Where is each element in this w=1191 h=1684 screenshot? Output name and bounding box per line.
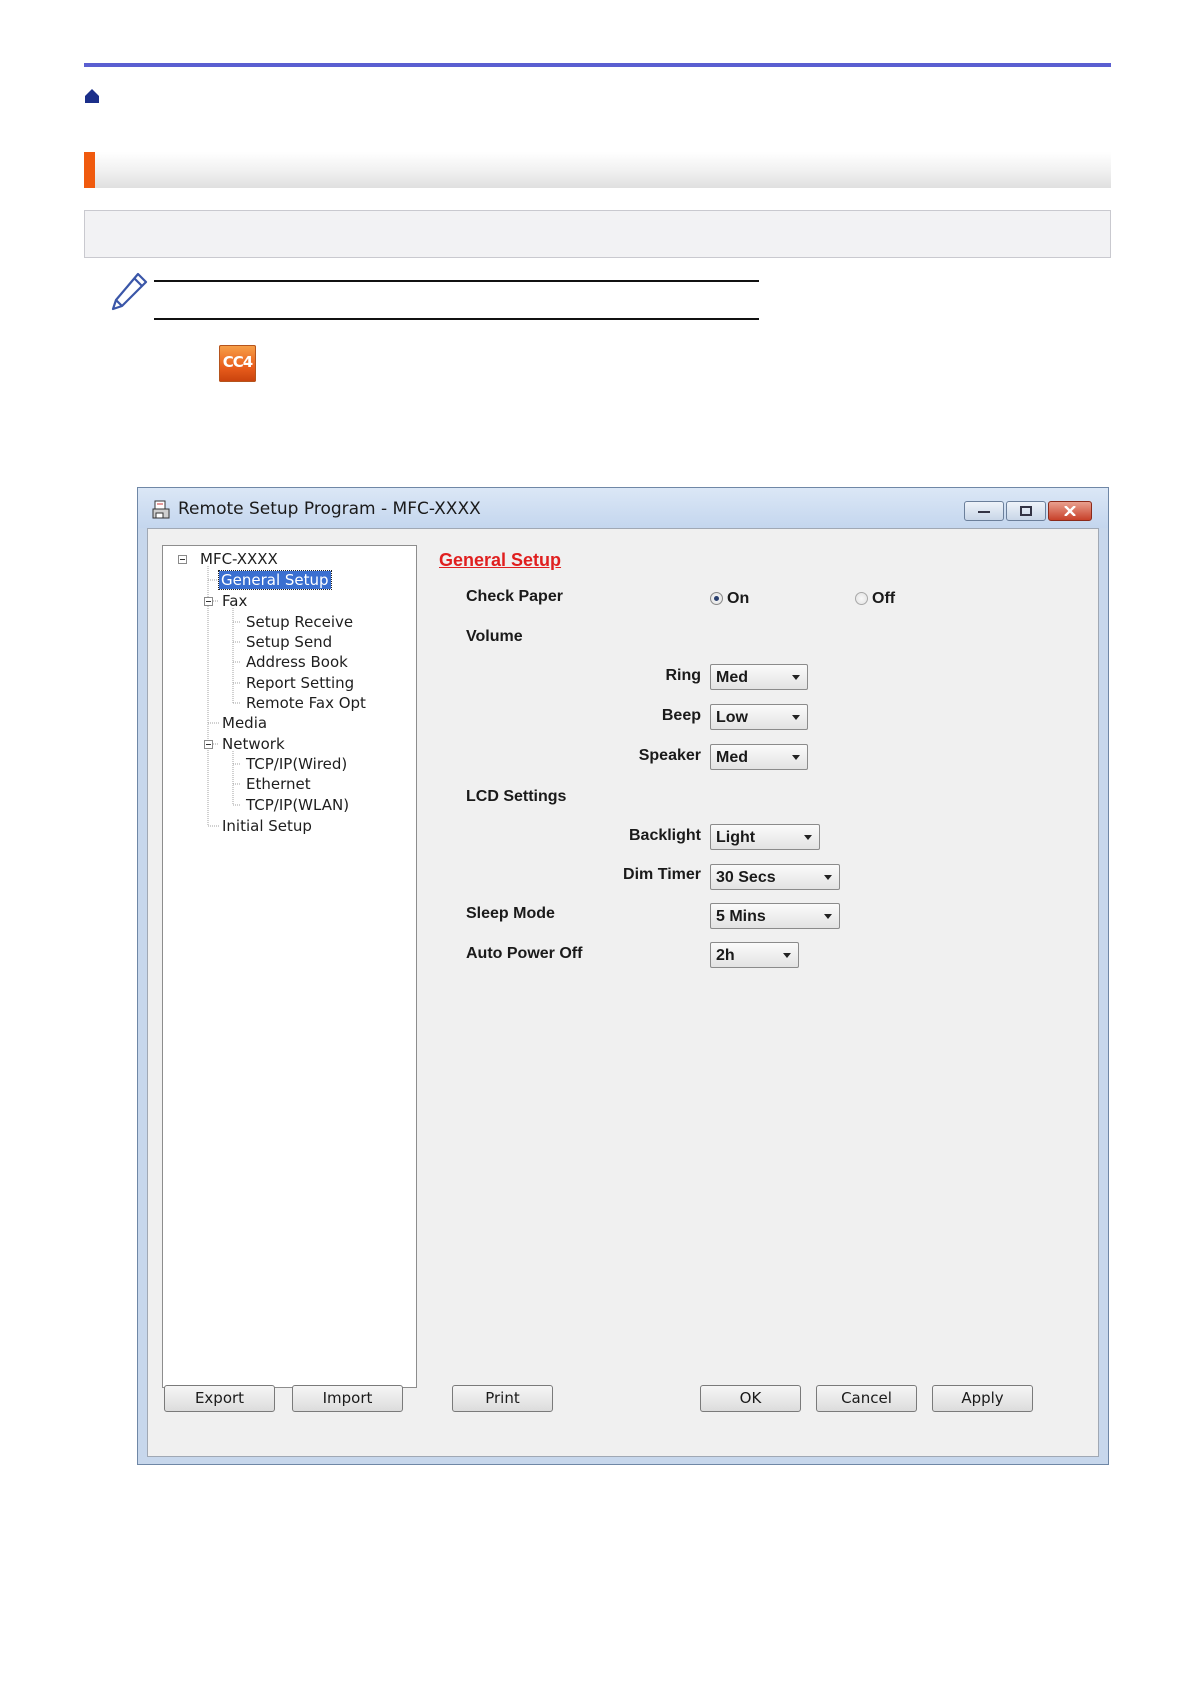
- check-paper-off-radio[interactable]: Off: [855, 590, 895, 608]
- check-paper-on-radio[interactable]: On: [710, 590, 749, 608]
- window-client-area: MFC-XXXX General Setup Fax Setup Receive…: [147, 528, 1099, 1457]
- minimize-icon: [978, 511, 990, 513]
- backlight-select[interactable]: Light: [710, 824, 820, 850]
- remote-setup-window: Remote Setup Program - MFC-XXXX MFC-XXXX…: [137, 487, 1109, 1465]
- tree-node-media[interactable]: Media: [222, 714, 267, 732]
- minimize-button[interactable]: [964, 501, 1004, 521]
- tree-node-setup-receive[interactable]: Setup Receive: [246, 613, 353, 631]
- note-rule-bottom: [154, 318, 759, 320]
- tree-node-general-setup[interactable]: General Setup: [218, 570, 332, 590]
- chevron-down-icon: [783, 953, 791, 958]
- title-bar[interactable]: Remote Setup Program - MFC-XXXX: [138, 488, 1108, 528]
- chevron-down-icon: [792, 755, 800, 760]
- sleep-mode-select[interactable]: 5 Mins: [710, 903, 840, 929]
- tree-collapse-toggle-root[interactable]: [178, 555, 187, 564]
- cc4-icon[interactable]: CC4: [219, 345, 256, 382]
- chevron-down-icon: [792, 675, 800, 680]
- pencil-icon: [111, 272, 148, 311]
- chevron-down-icon: [824, 875, 832, 880]
- tree-node-initial-setup[interactable]: Initial Setup: [222, 817, 312, 835]
- auto-power-off-select[interactable]: 2h: [710, 942, 799, 968]
- speaker-select[interactable]: Med: [710, 744, 808, 770]
- close-button[interactable]: [1048, 501, 1092, 521]
- info-box: [84, 210, 1111, 258]
- cancel-button[interactable]: Cancel: [816, 1385, 917, 1412]
- dim-timer-label: Dim Timer: [623, 866, 701, 883]
- tree-node-tcpip-wired[interactable]: TCP/IP(Wired): [246, 755, 347, 773]
- sleep-mode-label: Sleep Mode: [466, 905, 555, 922]
- note-rule-top: [154, 280, 759, 282]
- tree-node-fax[interactable]: Fax: [222, 592, 247, 610]
- chevron-down-icon: [792, 715, 800, 720]
- import-button[interactable]: Import: [292, 1385, 403, 1412]
- auto-power-off-label: Auto Power Off: [466, 945, 583, 962]
- tree-node-network[interactable]: Network: [222, 735, 285, 753]
- close-icon: [1064, 506, 1076, 516]
- chevron-down-icon: [804, 835, 812, 840]
- ok-button[interactable]: OK: [700, 1385, 801, 1412]
- tree-node-remote-fax-opt[interactable]: Remote Fax Opt: [246, 694, 366, 712]
- lcd-settings-label: LCD Settings: [466, 788, 567, 805]
- tree-node-root[interactable]: MFC-XXXX: [200, 550, 278, 568]
- beep-select[interactable]: Low: [710, 704, 808, 730]
- settings-tree[interactable]: MFC-XXXX General Setup Fax Setup Receive…: [162, 545, 417, 1388]
- dim-timer-select[interactable]: 30 Secs: [710, 864, 840, 890]
- radio-selected-icon: [710, 592, 723, 605]
- tree-node-ethernet[interactable]: Ethernet: [246, 775, 311, 793]
- speaker-label: Speaker: [638, 747, 701, 764]
- ring-label: Ring: [665, 667, 701, 684]
- backlight-label: Backlight: [628, 827, 701, 844]
- tree-node-report-setting[interactable]: Report Setting: [246, 674, 354, 692]
- window-title: Remote Setup Program - MFC-XXXX: [178, 499, 481, 519]
- chevron-down-icon: [824, 914, 832, 919]
- tree-node-setup-send[interactable]: Setup Send: [246, 633, 332, 651]
- radio-unselected-icon: [855, 592, 868, 605]
- maximize-icon: [1020, 506, 1032, 516]
- printer-app-icon: [152, 500, 170, 519]
- maximize-button[interactable]: [1006, 501, 1046, 521]
- tree-node-tcpip-wlan[interactable]: TCP/IP(WLAN): [246, 796, 349, 814]
- section-accent: [84, 152, 95, 188]
- check-paper-label: Check Paper: [466, 588, 563, 605]
- print-button[interactable]: Print: [452, 1385, 553, 1412]
- tree-collapse-toggle-fax[interactable]: [204, 597, 213, 606]
- export-button[interactable]: Export: [164, 1385, 275, 1412]
- panel-title: General Setup: [439, 550, 562, 570]
- tree-node-address-book[interactable]: Address Book: [246, 653, 348, 671]
- volume-label: Volume: [466, 628, 523, 645]
- section-heading-bar: [84, 152, 1111, 188]
- ring-select[interactable]: Med: [710, 664, 808, 690]
- beep-label: Beep: [661, 707, 701, 724]
- apply-button[interactable]: Apply: [932, 1385, 1033, 1412]
- top-rule: [84, 63, 1111, 67]
- tree-collapse-toggle-network[interactable]: [204, 740, 213, 749]
- home-icon[interactable]: [84, 88, 100, 104]
